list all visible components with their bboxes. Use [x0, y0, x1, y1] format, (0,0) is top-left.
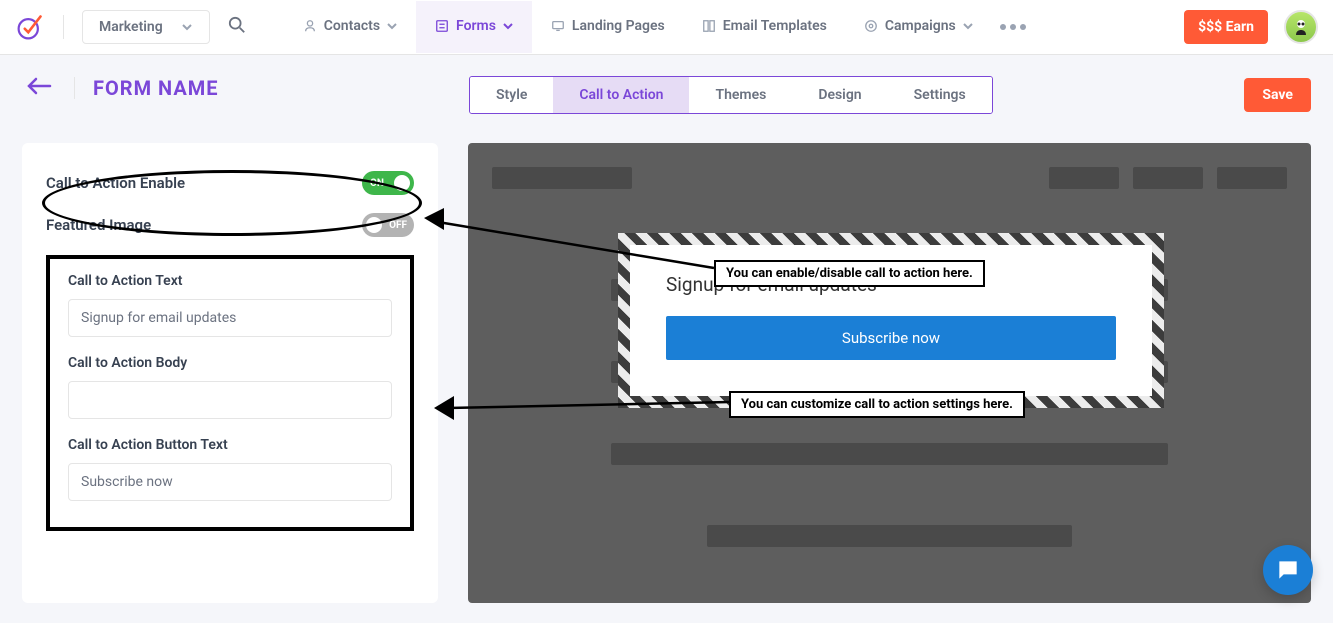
topbar: Marketing Contacts Forms Landing Pages E… [0, 0, 1333, 55]
cta-enable-toggle[interactable]: ON [362, 171, 414, 195]
main: Call to Action Enable ON Featured Image … [0, 123, 1333, 623]
skeleton-block [1049, 167, 1119, 189]
chevron-down-icon [502, 20, 514, 32]
nav-forms[interactable]: Forms [416, 1, 532, 53]
cta-button-text-label: Call to Action Button Text [68, 437, 392, 453]
nav-forms-label: Forms [456, 18, 496, 34]
nav-email-templates[interactable]: Email Templates [683, 1, 845, 53]
cta-body-label: Call to Action Body [68, 355, 392, 371]
divider [63, 15, 64, 39]
toggle-on-text: ON [370, 178, 384, 189]
chat-icon [1275, 557, 1301, 583]
preview-skeleton-header [492, 167, 1287, 189]
skeleton-block [1217, 167, 1287, 189]
cta-text-label: Call to Action Text [68, 273, 392, 289]
workspace-select[interactable]: Marketing [82, 10, 210, 44]
divider [74, 77, 75, 99]
featured-image-label: Featured Image [46, 216, 151, 234]
chevron-down-icon [962, 20, 974, 32]
nav-more[interactable] [992, 16, 1034, 38]
toggle-off-text: OFF [389, 220, 407, 231]
form-icon [434, 18, 450, 34]
nav-contacts[interactable]: Contacts [284, 1, 416, 53]
settings-panel: Call to Action Enable ON Featured Image … [22, 143, 438, 603]
cta-body-input[interactable] [68, 381, 392, 419]
cta-text-group: Call to Action Text [68, 273, 392, 337]
arrow-left-icon [26, 77, 52, 95]
tab-design[interactable]: Design [792, 77, 887, 113]
cta-button-text-input[interactable] [68, 463, 392, 501]
avatar[interactable] [1284, 10, 1318, 44]
user-icon [302, 18, 318, 34]
template-icon [701, 18, 717, 34]
avatar-image [1291, 17, 1311, 37]
nav-email-templates-label: Email Templates [723, 18, 827, 34]
nav-contacts-label: Contacts [324, 18, 380, 34]
save-button[interactable]: Save [1244, 78, 1311, 112]
annotation-customize-text: You can customize call to action setting… [729, 391, 1025, 418]
featured-image-row: Featured Image OFF [46, 213, 414, 237]
monitor-icon [550, 18, 566, 34]
search-icon [228, 16, 246, 34]
skeleton-block [1133, 167, 1203, 189]
featured-image-toggle[interactable]: OFF [362, 213, 414, 237]
tab-style[interactable]: Style [470, 77, 553, 113]
back-button[interactable] [22, 73, 56, 103]
tab-call-to-action[interactable]: Call to Action [553, 77, 689, 113]
chat-launcher[interactable] [1263, 545, 1313, 595]
workspace-select-label: Marketing [99, 19, 163, 35]
main-nav: Contacts Forms Landing Pages Email Templ… [284, 1, 1174, 53]
tab-themes[interactable]: Themes [689, 77, 792, 113]
tab-bar: Style Call to Action Themes Design Setti… [469, 76, 993, 114]
page-title: FORM NAME [93, 76, 219, 100]
chevron-down-icon [386, 20, 398, 32]
cta-button-text-group: Call to Action Button Text [68, 437, 392, 501]
nav-campaigns-label: Campaigns [885, 18, 956, 34]
cta-text-input[interactable] [68, 299, 392, 337]
skeleton-block [492, 167, 632, 189]
toggle-knob [394, 175, 410, 191]
skeleton-block [707, 525, 1073, 547]
cta-enable-label: Call to Action Enable [46, 174, 185, 192]
preview-area: Signup for email updates Subscribe now [468, 143, 1311, 603]
cta-settings-box: Call to Action Text Call to Action Body … [46, 255, 414, 531]
annotation-enable-text: You can enable/disable call to action he… [714, 260, 985, 287]
topbar-right: $$$ Earn [1184, 10, 1318, 44]
earn-button[interactable]: $$$ Earn [1184, 10, 1268, 44]
nav-landing-pages-label: Landing Pages [572, 18, 665, 34]
cta-preview-button[interactable]: Subscribe now [666, 316, 1116, 360]
app-logo[interactable] [15, 12, 45, 42]
target-icon [863, 18, 879, 34]
nav-campaigns[interactable]: Campaigns [845, 1, 992, 53]
cta-body-group: Call to Action Body [68, 355, 392, 419]
cta-enable-row: Call to Action Enable ON [46, 171, 414, 195]
chevron-down-icon [181, 21, 193, 33]
nav-landing-pages[interactable]: Landing Pages [532, 1, 683, 53]
tab-settings[interactable]: Settings [888, 77, 992, 113]
search-button[interactable] [220, 8, 254, 46]
skeleton-block [611, 443, 1168, 465]
toggle-knob [366, 217, 382, 233]
